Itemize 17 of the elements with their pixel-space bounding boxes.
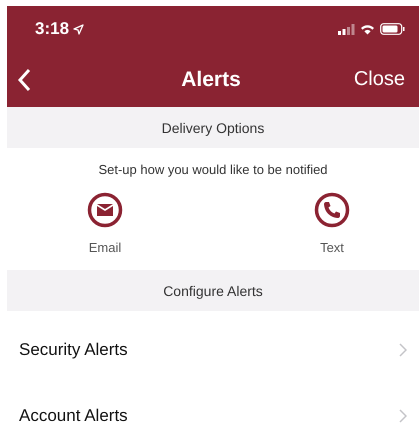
- phone-icon: [314, 192, 350, 228]
- wifi-icon: [360, 24, 375, 34]
- envelope-icon: [87, 192, 123, 228]
- close-button[interactable]: Close: [352, 66, 407, 93]
- text-option[interactable]: Text: [314, 188, 350, 270]
- screen-title: Alerts: [181, 68, 241, 92]
- email-option[interactable]: Email: [87, 188, 123, 270]
- location-arrow-icon: [73, 24, 84, 34]
- section-header: Delivery Options: [7, 107, 419, 148]
- back-chevron-icon: [17, 68, 31, 92]
- chevron-right-icon: [399, 409, 407, 423]
- section-header: Configure Alerts: [7, 270, 419, 311]
- battery-icon: [380, 23, 405, 35]
- chevron-right-icon: [399, 343, 407, 357]
- status-time: 3:18: [35, 19, 70, 39]
- signal-icon: [338, 24, 355, 34]
- instruction-text: Set-up how you would like to be notified: [97, 161, 329, 179]
